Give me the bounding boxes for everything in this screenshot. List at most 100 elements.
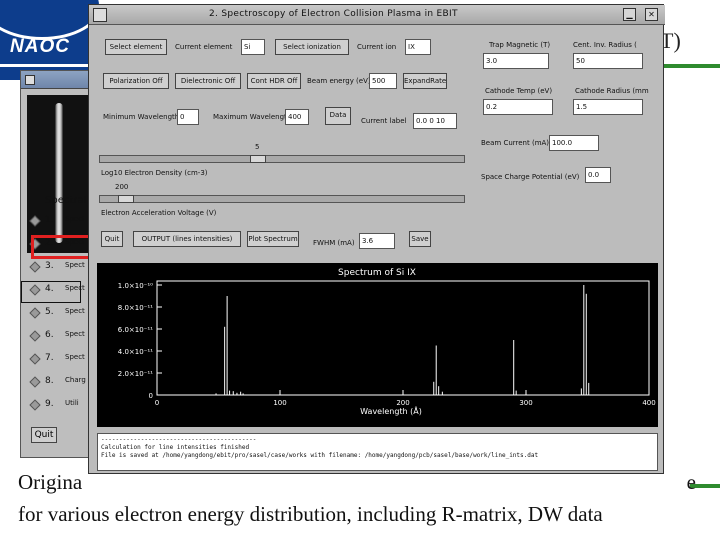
max-wavelength-field[interactable]: 400 [285,109,309,125]
main-window-titlebar[interactable]: 2. Spectroscopy of Electron Collision Pl… [89,5,665,25]
chart-title: Spectrum of Si IX [338,268,416,278]
current-element-field[interactable]: Si [241,39,265,55]
window-menu-icon[interactable] [93,8,107,22]
current-label-field[interactable]: 0.0 0 10 [413,113,457,129]
polarization-button[interactable]: Polarization Off [103,73,169,89]
chart-xlabel: Wavelength (Å) [360,405,422,416]
slider2-label: Electron Acceleration Voltage (V) [101,209,217,217]
x-tick-label: 100 [273,399,286,407]
menu-item-label: Spect [65,307,85,315]
menu-item-number: 6. [45,330,54,340]
data-button[interactable]: Data [325,107,351,125]
slider1-value: 5 [255,143,260,151]
fwhm-field[interactable]: 3.6 [359,233,395,249]
title-rule [660,64,720,68]
log-line: File is saved at /home/yangdong/ebit/pro… [101,452,539,459]
slider2-value: 200 [115,183,129,191]
slider-thumb[interactable] [118,195,134,203]
cathode-temp-label: Cathode Temp (eV) [485,87,553,95]
quit-button[interactable]: Quit [101,231,123,247]
y-tick-label: 6.0×10⁻¹¹ [118,326,153,334]
plot-spectrum-button[interactable]: Plot Spectrum [247,231,299,247]
x-tick-label: 200 [396,399,409,407]
menu-item-number: 9. [45,399,54,409]
radio-diamond-icon[interactable] [29,399,41,411]
beam-energy-field[interactable]: 500 [369,73,397,89]
highlight-box-red [31,235,93,259]
menu-item-number: 1. [45,215,54,225]
caption-line1-start: Origina [18,470,83,494]
expand-rate-button[interactable]: ExpandRate [403,73,447,89]
x-tick-label: 400 [642,399,655,407]
cont-hdr-button[interactable]: Cont HDR Off [247,73,301,89]
slide-caption: Origina e for various electron energy di… [14,462,704,532]
cathode-radius-field[interactable]: 1.5 [573,99,643,115]
max-wavelength-label: Maximum Wavelength [213,113,292,121]
space-charge-label: Space Charge Potential (eV) [481,173,580,181]
y-tick-label: 1.0×10⁻¹⁰ [118,282,153,290]
current-ion-label: Current ion [357,43,397,51]
radio-diamond-icon[interactable] [29,376,41,388]
menu-item-number: 8. [45,376,54,386]
current-ion-field[interactable]: IX [405,39,431,55]
current-label-label: Current label [361,117,407,125]
slider1-label: Log10 Electron Density (cm-3) [101,169,208,177]
min-wavelength-field[interactable]: 0 [177,109,199,125]
radio-diamond-icon[interactable] [29,215,41,227]
naoc-logo: NAOC [0,0,100,80]
cent-inv-radius-field[interactable]: 50 [573,53,643,69]
y-tick-label: 2.0×10⁻¹¹ [118,370,153,378]
save-button[interactable]: Save [409,231,431,247]
trap-magnetic-label: Trap Magnetic (T) [489,41,551,49]
output-lines-button[interactable]: OUTPUT (lines intensities) [133,231,241,247]
window-menu-icon[interactable] [25,75,35,85]
x-tick-label: 0 [155,399,159,407]
back-quit-button[interactable]: Quit [31,427,57,443]
beam-current-field[interactable]: 100.0 [549,135,599,151]
caption-line1-end: e [686,470,696,494]
space-charge-field[interactable]: 0.0 [585,167,611,183]
menu-item-label: Utili [65,399,79,407]
min-wavelength-label: Minimum Wavelength [103,113,180,121]
select-ionization-button[interactable]: Select ionization [275,39,349,55]
x-tick-label: 300 [519,399,532,407]
log-line: Calculation for line intensities finishe… [101,444,250,451]
radio-diamond-icon[interactable] [29,353,41,365]
radio-diamond-icon[interactable] [29,307,41,319]
y-tick-label: 4.0×10⁻¹¹ [118,348,153,356]
y-tick-label: 8.0×10⁻¹¹ [118,304,153,312]
spectral-label: Spectral [45,195,87,206]
radio-diamond-icon[interactable] [29,330,41,342]
close-icon[interactable]: ✕ [645,8,658,21]
minimize-icon[interactable]: ▁ [623,8,636,21]
beam-energy-label: Beam energy (eV) [307,77,371,85]
trap-magnetic-field[interactable]: 3.0 [483,53,549,69]
highlight-box-black [21,281,81,303]
electron-density-slider[interactable] [99,155,465,163]
acceleration-voltage-slider[interactable] [99,195,465,203]
fwhm-label: FWHM (mA) [313,239,355,247]
cent-inv-radius-label: Cent. Inv. Radius ( [573,41,637,49]
plot-frame [156,280,650,396]
beam-current-label: Beam Current (mA) [481,139,550,147]
dielectronic-button[interactable]: Dielectronic Off [175,73,241,89]
menu-item-number: 3. [45,261,54,271]
spectrum-chart: Spectrum of Si IX 0 2.0×10⁻¹¹ 4.0×10⁻¹¹ 6.0… [118,268,656,416]
slider-thumb[interactable] [250,155,266,163]
window-title: 2. Spectroscopy of Electron Collision Pl… [209,9,458,19]
menu-item-number: 7. [45,353,54,363]
caption-line2: for various electron energy distribution… [18,502,603,526]
menu-item-label: Spect [65,215,85,223]
select-element-button[interactable]: Select element [105,39,167,55]
y-tick-label: 0 [149,392,153,400]
menu-item-label: Spect [65,353,85,361]
radio-diamond-icon[interactable] [29,261,41,273]
cathode-temp-field[interactable]: 0.2 [483,99,553,115]
menu-item-number: 5. [45,307,54,317]
menu-item-label: Spect [65,330,85,338]
menu-item-label: Charg [65,376,86,384]
spectrum-plot: Spectrum of Si IX 0 2.0×10⁻¹¹ 4.0×10⁻¹¹ 6.0… [97,263,658,427]
logo-text: NAOC [10,36,70,57]
log-line: ----------------------------------------… [101,436,257,443]
cathode-radius-label: Cathode Radius (mm [575,87,649,95]
